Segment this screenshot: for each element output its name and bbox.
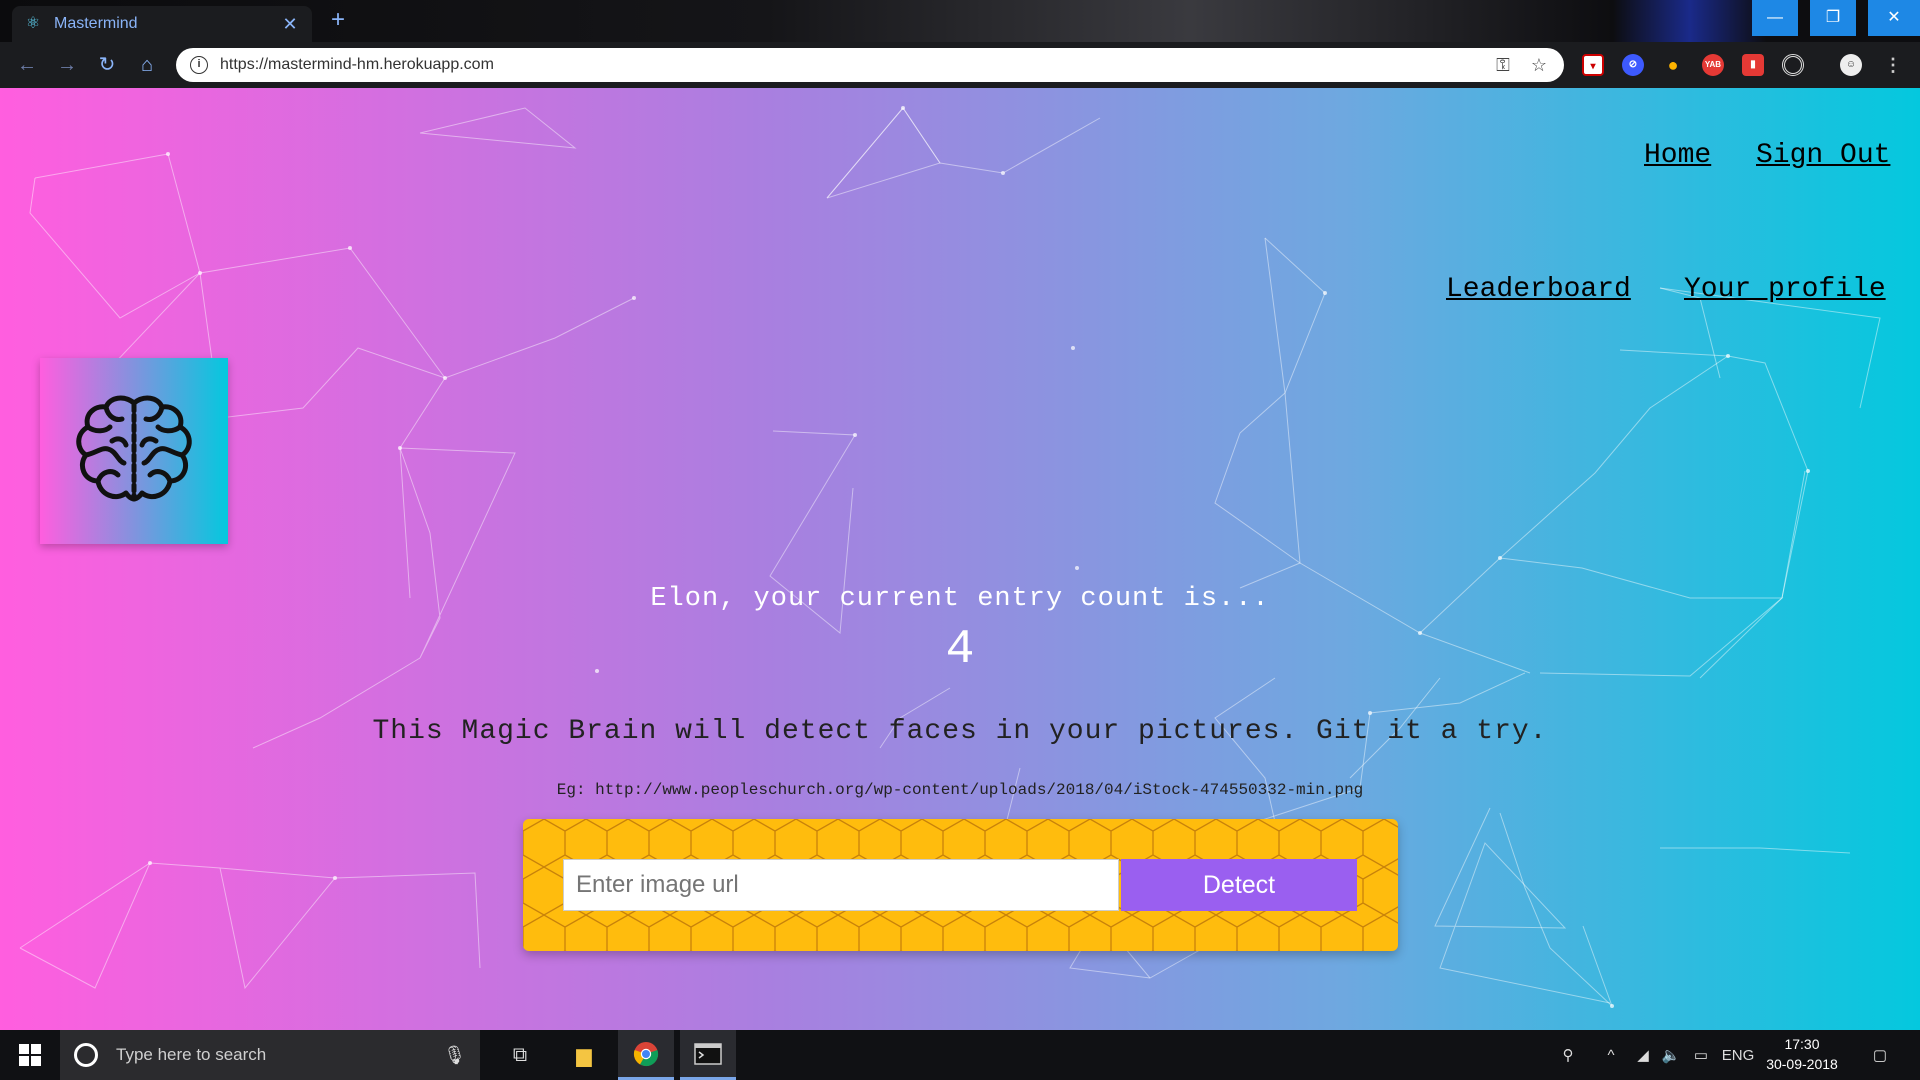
image-url-form: Detect	[523, 819, 1398, 951]
profile-icon[interactable]: ☺	[1840, 54, 1862, 76]
yab-icon[interactable]: YAB	[1702, 54, 1724, 76]
brain-icon	[76, 395, 192, 502]
nav-sign-out-link[interactable]: Sign Out	[1756, 140, 1890, 171]
nav-profile-link[interactable]: Your profile	[1684, 274, 1886, 305]
blocker-icon[interactable]: ⊘	[1622, 54, 1644, 76]
url-text[interactable]: https://mastermind-hm.herokuapp.com	[220, 56, 1478, 74]
chrome-taskbar-icon[interactable]	[618, 1030, 674, 1080]
file-explorer-icon[interactable]: ▆	[556, 1030, 612, 1080]
bookmark-star-icon[interactable]: ☆	[1528, 55, 1550, 76]
address-bar[interactable]: i https://mastermind-hm.herokuapp.com ⚿ …	[176, 48, 1564, 82]
key-icon[interactable]: ⚿	[1492, 55, 1514, 76]
book-icon[interactable]: ▮	[1742, 54, 1764, 76]
image-url-input[interactable]	[563, 859, 1119, 911]
nav-home-link[interactable]: Home	[1644, 140, 1711, 171]
forward-arrow-icon[interactable]: →	[54, 52, 80, 78]
browser-toolbar: ← → ↻ ⌂ i https://mastermind-hm.herokuap…	[0, 42, 1920, 88]
pocket-icon[interactable]: ▾	[1582, 54, 1604, 76]
close-window-button[interactable]: ✕	[1868, 0, 1920, 36]
wifi-icon[interactable]: ◢	[1628, 1030, 1658, 1080]
menu-icon[interactable]: ⋮	[1882, 54, 1904, 76]
minimize-button[interactable]: —	[1752, 0, 1798, 36]
example-url: Eg: http://www.peopleschurch.org/wp-cont…	[556, 781, 1364, 799]
windows-start-button[interactable]	[0, 1030, 60, 1080]
chrome-icon	[633, 1041, 659, 1066]
site-info-icon[interactable]: i	[190, 56, 208, 74]
terminal-icon	[694, 1042, 722, 1065]
back-arrow-icon[interactable]: ←	[14, 52, 40, 78]
terminal-taskbar-icon[interactable]	[680, 1030, 736, 1080]
app-tagline: This Magic Brain will detect faces in yo…	[372, 716, 1548, 747]
entry-count-message: Elon, your current entry count is...	[650, 584, 1270, 614]
tab-close-icon[interactable]: ✕	[280, 14, 300, 35]
battery-icon[interactable]: ▭	[1686, 1030, 1716, 1080]
clock-date: 30-09-2018	[1766, 1056, 1838, 1072]
home-icon[interactable]: ⌂	[134, 52, 160, 78]
cortana-icon	[74, 1043, 98, 1067]
entry-count-value: 4	[945, 623, 975, 677]
people-icon[interactable]: ⚲	[1550, 1030, 1586, 1080]
page-viewport: Home Sign Out Leaderboard Your profile E…	[0, 88, 1920, 1030]
language-indicator[interactable]: ENG	[1718, 1030, 1758, 1080]
tab-title: Mastermind	[54, 15, 138, 32]
windows-taskbar: Type here to search 🎙 ⧉ ▆ ⚲ ^ ◢ 🔈 ▭ ENG …	[0, 1030, 1920, 1080]
detect-button[interactable]: Detect	[1121, 859, 1357, 911]
task-view-icon[interactable]: ⧉	[492, 1030, 548, 1080]
browser-tab[interactable]: ⚛ Mastermind ✕	[12, 6, 312, 42]
browser-titlebar: ⚛ Mastermind ✕ + — ❐ ✕	[0, 0, 1920, 42]
show-hidden-icons-chevron-icon[interactable]: ^	[1596, 1030, 1626, 1080]
volume-icon[interactable]: 🔈	[1656, 1030, 1686, 1080]
taskbar-search-placeholder: Type here to search	[116, 1045, 267, 1064]
microphone-icon[interactable]: 🎙	[443, 1045, 466, 1066]
new-tab-button[interactable]: +	[324, 6, 352, 34]
target-icon[interactable]	[1782, 54, 1804, 76]
nav-leaderboard-link[interactable]: Leaderboard	[1446, 274, 1631, 305]
windows-logo-icon	[19, 1044, 41, 1066]
reload-icon[interactable]: ↻	[94, 52, 120, 78]
react-favicon-icon: ⚛	[25, 15, 41, 32]
action-center-icon[interactable]: ▢	[1860, 1030, 1900, 1080]
taskbar-search[interactable]: Type here to search 🎙	[60, 1030, 480, 1080]
clock-time: 17:30	[1784, 1036, 1820, 1052]
bulb-icon[interactable]: ●	[1662, 54, 1684, 76]
brain-logo	[40, 358, 228, 544]
taskbar-clock[interactable]: 17:30 30-09-2018	[1760, 1034, 1844, 1074]
restore-button[interactable]: ❐	[1810, 0, 1856, 36]
